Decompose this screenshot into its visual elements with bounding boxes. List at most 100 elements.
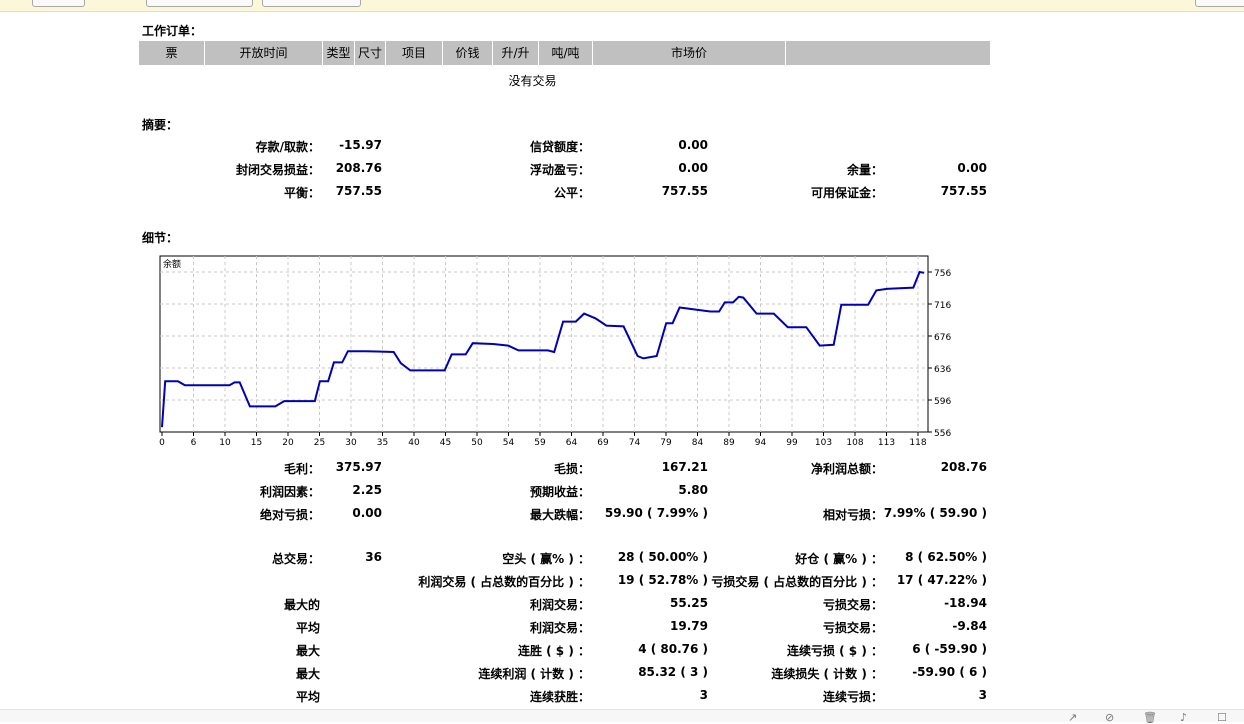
col-tp: 吨/吨 bbox=[539, 41, 593, 65]
stat-value: 0.00 bbox=[590, 138, 708, 156]
volume-icon[interactable]: ♪ bbox=[1180, 713, 1187, 723]
summary-row: 封闭交易损益：208.76浮动盈亏：0.00余量：0.00 bbox=[140, 161, 987, 179]
stat-value: 167.21 bbox=[590, 460, 708, 478]
stat-value bbox=[883, 138, 987, 156]
x-tick-label: 108 bbox=[846, 438, 863, 448]
x-tick-label: 40 bbox=[408, 438, 420, 448]
stat-value: 2.25 bbox=[320, 483, 382, 501]
x-tick-label: 59 bbox=[534, 438, 546, 448]
x-tick-label: 69 bbox=[597, 438, 609, 448]
stat-label: 连续损失 ( 计数 ) ： bbox=[708, 665, 883, 683]
stat-label: 利润交易： bbox=[382, 619, 590, 637]
details-row: 利润因素：2.25预期收益：5.80 bbox=[140, 483, 987, 501]
stat-label: 总交易： bbox=[140, 550, 320, 568]
stat-label: 连胜 ( $ ) ： bbox=[382, 642, 590, 660]
col-open-time: 开放时间 bbox=[205, 41, 323, 65]
stat-value: -59.90 ( 6 ) bbox=[883, 665, 987, 683]
x-tick-label: 35 bbox=[377, 438, 388, 448]
stat-label bbox=[708, 483, 883, 501]
stat-label: 利润交易： bbox=[382, 596, 590, 614]
toolbar-button[interactable] bbox=[32, 0, 85, 7]
y-tick-label: 636 bbox=[934, 365, 951, 375]
toolbar bbox=[0, 0, 1244, 12]
stat-value: 85.32 ( 3 ) bbox=[590, 665, 708, 683]
col-extra bbox=[786, 41, 990, 65]
stat-label: 信贷额度： bbox=[382, 138, 590, 156]
stat-value: 0.00 bbox=[320, 506, 382, 524]
summary-row: 存款/取款：-15.97信贷额度：0.00 bbox=[140, 138, 987, 156]
details-row: 最大 连续利润 ( 计数 ) ：85.32 ( 3 )连续损失 ( 计数 ) ：-… bbox=[140, 665, 987, 683]
x-tick-label: 54 bbox=[503, 438, 515, 448]
stat-value: 4 ( 80.76 ) bbox=[590, 642, 708, 660]
x-tick-label: 118 bbox=[909, 438, 926, 448]
stat-label: 绝对亏损： bbox=[140, 506, 320, 524]
trash-icon[interactable]: 🗑 bbox=[1143, 713, 1157, 723]
y-tick-label: 556 bbox=[934, 429, 951, 439]
stat-label: 相对亏损： bbox=[708, 506, 883, 524]
stat-label: 预期收益： bbox=[382, 483, 590, 501]
hide-icon[interactable]: ⊘ bbox=[1105, 713, 1114, 723]
y-tick-label: 596 bbox=[934, 397, 951, 407]
stat-value: 19 ( 52.78% ) bbox=[590, 573, 708, 591]
x-tick-label: 84 bbox=[692, 438, 704, 448]
toolbar-button[interactable] bbox=[146, 0, 253, 7]
stat-value: -18.94 bbox=[883, 596, 987, 614]
no-trades-text: 没有交易 bbox=[139, 72, 926, 89]
orders-table-header: 票 开放时间 类型 尺寸 项目 价钱 升/升 吨/吨 市场价 bbox=[139, 41, 990, 65]
stat-label: 最大 bbox=[140, 642, 320, 660]
x-tick-label: 0 bbox=[159, 438, 165, 448]
details-row: 平均利润交易：19.79亏损交易：-9.84 bbox=[140, 619, 987, 637]
stat-value: 0.00 bbox=[883, 161, 987, 179]
stat-value: 3 bbox=[590, 688, 708, 706]
stat-label: 连续亏损 ( $ ) ： bbox=[708, 642, 883, 660]
stat-label bbox=[140, 573, 320, 591]
stat-label: 亏损交易 ( 占总数的百分比 ) ： bbox=[708, 573, 883, 591]
stat-label: 毛利： bbox=[140, 460, 320, 478]
details-row: 最大的利润交易：55.25亏损交易：-18.94 bbox=[140, 596, 987, 614]
details-row: 利润交易 ( 占总数的百分比 ) ：19 ( 52.78% )亏损交易 ( 占总… bbox=[140, 573, 987, 591]
toolbar-button[interactable] bbox=[262, 0, 361, 7]
details-row: 毛利：375.97毛损：167.21净利润总额：208.76 bbox=[140, 460, 987, 478]
toolbar-button[interactable] bbox=[1195, 0, 1244, 7]
stat-value bbox=[320, 665, 382, 683]
stat-label: 公平： bbox=[382, 184, 590, 202]
stat-label: 利润交易 ( 占总数的百分比 ) ： bbox=[382, 573, 590, 591]
orders-title: 工作订单： bbox=[142, 22, 202, 39]
stat-label: 亏损交易： bbox=[708, 596, 883, 614]
stat-value bbox=[320, 642, 382, 660]
stat-label: 可用保证金： bbox=[708, 184, 883, 202]
col-type: 类型 bbox=[323, 41, 355, 65]
stat-label: 浮动盈亏： bbox=[382, 161, 590, 179]
stat-value: 5.80 bbox=[590, 483, 708, 501]
x-tick-label: 79 bbox=[660, 438, 672, 448]
stat-label: 最大的 bbox=[140, 596, 320, 614]
stat-label: 连续亏损： bbox=[708, 688, 883, 706]
stat-value: 757.55 bbox=[590, 184, 708, 202]
window-icon[interactable]: ☐ bbox=[1217, 713, 1227, 723]
stat-label: 平均 bbox=[140, 688, 320, 706]
stat-value: 17 ( 47.22% ) bbox=[883, 573, 987, 591]
x-tick-label: 50 bbox=[471, 438, 483, 448]
details-row: 绝对亏损：0.00最大跌幅：59.90 ( 7.99% )相对亏损：7.99% … bbox=[140, 506, 987, 524]
x-tick-label: 30 bbox=[345, 438, 357, 448]
summary-row: 平衡：757.55公平：757.55可用保证金：757.55 bbox=[140, 184, 987, 202]
details-row: 平均连续获胜：3连续亏损：3 bbox=[140, 688, 987, 706]
stat-label: 封闭交易损益： bbox=[140, 161, 320, 179]
stat-value: 59.90 ( 7.99% ) bbox=[590, 506, 708, 524]
stat-value: 757.55 bbox=[320, 184, 382, 202]
stat-value bbox=[320, 619, 382, 637]
stat-label: 最大 bbox=[140, 665, 320, 683]
stat-value: 3 bbox=[883, 688, 987, 706]
stat-value: 36 bbox=[320, 550, 382, 568]
summary-title: 摘要： bbox=[142, 116, 178, 133]
stat-value bbox=[320, 596, 382, 614]
stat-label: 净利润总额： bbox=[708, 460, 883, 478]
stat-label: 连续获胜： bbox=[382, 688, 590, 706]
col-price: 价钱 bbox=[443, 41, 493, 65]
stat-label: 连续利润 ( 计数 ) ： bbox=[382, 665, 590, 683]
x-tick-label: 94 bbox=[755, 438, 767, 448]
share-icon[interactable]: ↗ bbox=[1068, 713, 1077, 723]
stat-value bbox=[883, 483, 987, 501]
stat-value: 208.76 bbox=[320, 161, 382, 179]
stat-value: 375.97 bbox=[320, 460, 382, 478]
